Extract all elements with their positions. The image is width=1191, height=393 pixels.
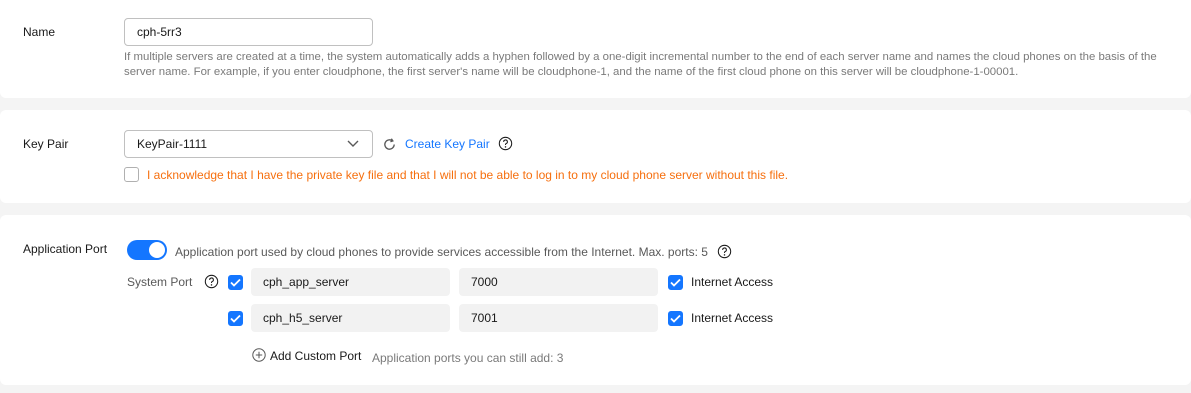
name-label: Name [23,25,56,39]
internet-access-checkbox[interactable] [668,311,683,326]
checkmark-icon [230,278,241,287]
port-number-field[interactable]: 7001 [459,304,658,332]
application-port-toggle[interactable] [127,240,167,260]
toggle-knob [149,242,165,258]
chevron-down-icon [347,140,359,147]
system-port-label: System Port [127,275,193,289]
port-name-field[interactable]: cph_app_server [251,268,450,296]
create-key-pair-link[interactable]: Create Key Pair [405,137,490,151]
add-custom-port-label: Add Custom Port [270,349,362,363]
help-icon[interactable] [498,136,513,151]
name-input[interactable]: cph-5rr3 [124,18,373,46]
key-pair-section: Key Pair KeyPair-1111 Create Key Pair I … [0,110,1191,203]
refresh-icon[interactable] [382,137,397,152]
key-pair-select[interactable]: KeyPair-1111 [124,130,373,158]
application-port-section: Application Port Application port used b… [0,215,1191,385]
port-row-checkbox[interactable] [228,275,243,290]
application-port-description: Application port used by cloud phones to… [175,245,708,259]
checkmark-icon [230,314,241,323]
help-icon[interactable] [717,244,732,259]
remaining-ports-text: Application ports you can still add: 3 [372,351,564,365]
application-port-label: Application Port [23,242,108,256]
port-name-field[interactable]: cph_h5_server [251,304,450,332]
port-number-field[interactable]: 7000 [459,268,658,296]
plus-circle-icon [252,348,266,362]
port-row-checkbox[interactable] [228,311,243,326]
name-section: Name cph-5rr3 If multiple servers are cr… [0,0,1191,98]
key-pair-label: Key Pair [23,137,69,151]
acknowledge-text: I acknowledge that I have the private ke… [147,168,789,182]
checkmark-icon [670,314,681,323]
name-hint: If multiple servers are created at a tim… [124,51,1157,78]
internet-access-checkbox[interactable] [668,275,683,290]
internet-access-label: Internet Access [691,311,774,325]
help-icon[interactable] [204,274,219,289]
checkmark-icon [670,278,681,287]
acknowledge-checkbox[interactable] [124,167,139,182]
key-pair-selected-value: KeyPair-1111 [137,137,208,151]
internet-access-label: Internet Access [691,275,774,289]
